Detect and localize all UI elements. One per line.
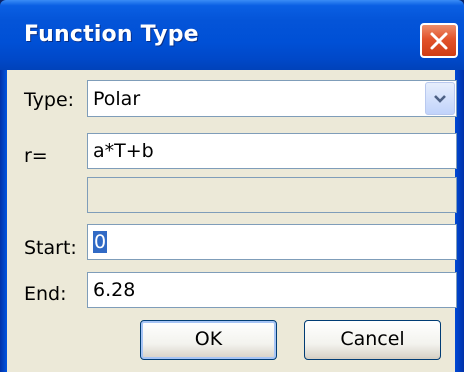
start-field[interactable]: 0 bbox=[87, 224, 457, 260]
start-label: Start: bbox=[24, 237, 77, 259]
end-field[interactable]: 6.28 bbox=[87, 272, 457, 308]
close-x-icon bbox=[430, 32, 448, 50]
start-value: 0 bbox=[93, 231, 108, 253]
type-dropdown-button[interactable] bbox=[425, 82, 455, 115]
type-label: Type: bbox=[24, 89, 75, 111]
dialog-title: Function Type bbox=[24, 22, 199, 47]
r-label: r= bbox=[24, 145, 48, 167]
close-button[interactable] bbox=[420, 23, 458, 58]
extra-expression-field bbox=[87, 177, 457, 213]
type-select[interactable]: Polar bbox=[87, 80, 457, 117]
window-left-border bbox=[0, 70, 7, 372]
r-expression-field[interactable]: a*T+b bbox=[87, 133, 457, 169]
cancel-button[interactable]: Cancel bbox=[304, 320, 441, 360]
ok-button[interactable]: OK bbox=[140, 320, 277, 360]
end-label: End: bbox=[24, 283, 67, 305]
dialog-window: Function Type Type: Polar r= a*T+b Start… bbox=[0, 0, 464, 372]
type-select-value: Polar bbox=[93, 88, 141, 110]
r-expression-value: a*T+b bbox=[93, 140, 154, 162]
title-bar[interactable]: Function Type bbox=[0, 0, 464, 70]
chevron-down-icon bbox=[434, 95, 446, 103]
end-value: 6.28 bbox=[93, 279, 136, 301]
